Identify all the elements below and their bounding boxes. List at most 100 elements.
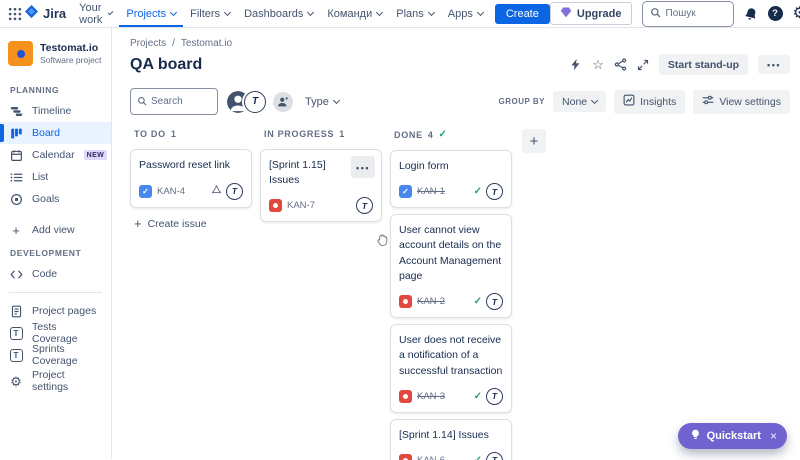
plus-icon: + bbox=[9, 224, 23, 237]
issue-card[interactable]: User cannot view account details on the … bbox=[390, 214, 512, 318]
bug-type-icon bbox=[399, 390, 412, 403]
more-icon: ••• bbox=[356, 163, 370, 173]
project-sidebar: Testomat.io Software project PLANNING Ti… bbox=[0, 28, 112, 459]
share-icon[interactable] bbox=[614, 58, 627, 71]
board-more-button[interactable]: ••• bbox=[758, 55, 790, 74]
sidebar-item-timeline[interactable]: Timeline bbox=[0, 100, 111, 122]
chevron-down-icon bbox=[477, 8, 484, 15]
start-standup-button[interactable]: Start stand-up bbox=[659, 54, 748, 75]
nav-item-teams[interactable]: Команди bbox=[320, 0, 389, 27]
sidebar-item-tests-coverage[interactable]: T Tests Coverage bbox=[0, 322, 111, 344]
board-search-input[interactable] bbox=[151, 96, 211, 107]
list-icon bbox=[9, 171, 23, 184]
issue-title: [Sprint 1.14] Issues bbox=[399, 428, 503, 443]
upgrade-button[interactable]: Upgrade bbox=[550, 2, 632, 25]
lightbulb-icon bbox=[690, 429, 701, 443]
sidebar-item-board[interactable]: Board bbox=[0, 122, 111, 144]
view-settings-button[interactable]: View settings bbox=[693, 90, 790, 114]
issue-card[interactable]: Login form ✓ KAN-1 ✓ T bbox=[390, 150, 512, 208]
nav-item-filters[interactable]: Filters bbox=[183, 0, 237, 27]
insights-chart-icon bbox=[623, 94, 635, 109]
sidebar-item-project-pages[interactable]: Project pages bbox=[0, 300, 111, 322]
project-name: Testomat.io bbox=[40, 42, 101, 55]
chevron-down-icon bbox=[170, 8, 177, 15]
gem-icon bbox=[560, 6, 572, 21]
resolved-check-icon: ✓ bbox=[474, 391, 482, 402]
add-column-button[interactable]: + bbox=[522, 129, 546, 153]
settings-gear-icon[interactable]: ⚙ bbox=[793, 6, 800, 22]
chevron-down-icon bbox=[307, 8, 314, 15]
chevron-down-icon bbox=[333, 96, 340, 103]
global-search[interactable] bbox=[642, 1, 734, 27]
issue-key: KAN-7 bbox=[287, 200, 315, 211]
timeline-icon bbox=[9, 105, 23, 118]
close-icon[interactable]: × bbox=[770, 429, 777, 443]
sidebar-item-list[interactable]: List bbox=[0, 166, 111, 188]
resolved-check-icon: ✓ bbox=[474, 455, 482, 460]
issue-card[interactable]: User does not receive a notification of … bbox=[390, 324, 512, 413]
sidebar-divider bbox=[9, 292, 102, 293]
resolved-check-icon: ✓ bbox=[474, 186, 482, 197]
issue-card[interactable]: [Sprint 1.14] Issues KAN-6 ✓ T bbox=[390, 419, 512, 460]
assignee-avatar[interactable]: T bbox=[486, 452, 503, 460]
sidebar-item-code[interactable]: Code bbox=[0, 263, 111, 285]
assignee-avatar[interactable]: T bbox=[486, 183, 503, 200]
add-view-button[interactable]: + Add view bbox=[0, 219, 111, 241]
app-switcher-icon[interactable] bbox=[8, 3, 22, 25]
create-issue-button[interactable]: + Create issue bbox=[134, 217, 207, 230]
task-type-icon: ✓ bbox=[399, 185, 412, 198]
breadcrumb-project-name[interactable]: Testomat.io bbox=[181, 38, 232, 49]
nav-item-apps[interactable]: Apps bbox=[441, 0, 490, 27]
section-label-planning: PLANNING bbox=[0, 78, 111, 100]
nav-item-your-work[interactable]: Your work bbox=[72, 0, 119, 27]
star-icon[interactable]: ☆ bbox=[592, 58, 604, 71]
nav-item-dashboards[interactable]: Dashboards bbox=[237, 0, 320, 27]
jira-logo[interactable]: Jira bbox=[22, 4, 72, 24]
global-search-input[interactable] bbox=[666, 8, 726, 19]
hierarchy-triangle-icon bbox=[211, 182, 222, 200]
sidebar-item-calendar[interactable]: Calendar NEW bbox=[0, 144, 111, 166]
bug-type-icon bbox=[269, 199, 282, 212]
assignee-avatar-t[interactable]: T bbox=[244, 91, 266, 113]
testomat-app-icon: T bbox=[9, 327, 23, 340]
task-type-icon: ✓ bbox=[139, 185, 152, 198]
group-by-label: GROUP BY bbox=[498, 97, 545, 106]
issue-key: KAN-2 bbox=[417, 296, 445, 307]
search-icon bbox=[137, 93, 147, 111]
sidebar-item-goals[interactable]: Goals bbox=[0, 188, 111, 210]
project-header[interactable]: Testomat.io Software project bbox=[0, 39, 111, 78]
code-icon bbox=[9, 268, 23, 281]
board-search[interactable] bbox=[130, 88, 218, 115]
issue-card[interactable]: Password reset link ✓ KAN-4 T bbox=[130, 149, 252, 208]
nav-item-plans[interactable]: Plans bbox=[389, 0, 441, 27]
assignee-avatar[interactable]: T bbox=[226, 183, 243, 200]
column-done: DONE4 ✓ Login form ✓ KAN-1 ✓ T U bbox=[390, 129, 512, 460]
issue-card[interactable]: ••• [Sprint 1.15] Issues KAN-7 T bbox=[260, 149, 382, 222]
card-more-button[interactable]: ••• bbox=[351, 156, 375, 178]
nav-item-projects[interactable]: Projects bbox=[119, 0, 183, 27]
issue-title: Login form bbox=[399, 159, 503, 174]
issue-title: User does not receive a notification of … bbox=[399, 333, 503, 379]
help-icon[interactable]: ? bbox=[768, 6, 783, 21]
create-button[interactable]: Create bbox=[495, 4, 550, 24]
type-filter-dropdown[interactable]: Type bbox=[305, 96, 339, 108]
insights-button[interactable]: Insights bbox=[614, 90, 685, 114]
automation-lightning-icon[interactable] bbox=[569, 58, 582, 71]
quickstart-button[interactable]: Quickstart × bbox=[678, 423, 787, 449]
assignee-avatar[interactable]: T bbox=[356, 197, 373, 214]
column-todo: TO DO1 Password reset link ✓ KAN-4 T + bbox=[130, 129, 252, 460]
chevron-down-icon bbox=[376, 8, 383, 15]
add-people-button[interactable] bbox=[273, 92, 293, 112]
breadcrumb: Projects / Testomat.io bbox=[126, 38, 790, 49]
assignee-avatar[interactable]: T bbox=[486, 293, 503, 310]
sidebar-item-sprints-coverage[interactable]: T Sprints Coverage bbox=[0, 344, 111, 366]
notifications-bell-icon[interactable] bbox=[742, 5, 759, 22]
sidebar-item-project-settings[interactable]: ⚙ Project settings bbox=[0, 370, 111, 392]
project-avatar bbox=[8, 41, 33, 66]
group-by-dropdown[interactable]: None bbox=[553, 91, 606, 112]
gear-icon: ⚙ bbox=[9, 375, 23, 388]
breadcrumb-projects[interactable]: Projects bbox=[130, 38, 166, 49]
fullscreen-expand-icon[interactable] bbox=[637, 59, 649, 71]
assignee-avatar[interactable]: T bbox=[486, 388, 503, 405]
bug-type-icon bbox=[399, 454, 412, 460]
